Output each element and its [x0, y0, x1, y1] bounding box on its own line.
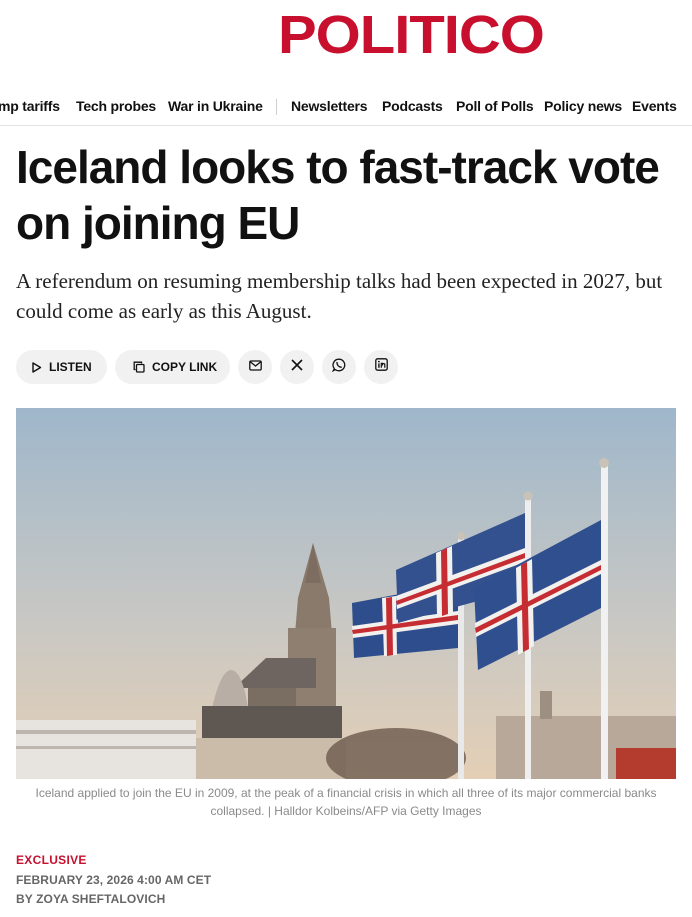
nav-events[interactable]: Events — [632, 98, 677, 114]
nav-topic-tech-probes[interactable]: Tech probes — [76, 98, 156, 114]
nav-topic-war-in-ukraine[interactable]: War in Ukraine — [168, 98, 263, 114]
listen-button[interactable]: LISTEN — [16, 350, 107, 384]
share-whatsapp-button[interactable] — [322, 350, 356, 384]
logo-area: POLITICO — [0, 0, 692, 84]
exclusive-label[interactable]: EXCLUSIVE — [16, 853, 87, 867]
nav-poll-of-polls[interactable]: Poll of Polls — [456, 98, 534, 114]
share-x-button[interactable] — [280, 350, 314, 384]
author-byline[interactable]: BY ZOYA SHEFTALOVICH — [16, 892, 165, 906]
nav-policy-news[interactable]: Policy news — [544, 98, 622, 114]
copy-link-button[interactable]: COPY LINK — [115, 350, 230, 384]
whatsapp-icon — [331, 358, 346, 377]
play-icon — [31, 361, 42, 373]
listen-label: LISTEN — [49, 360, 92, 374]
lead-photo — [16, 408, 676, 779]
article-headline: Iceland looks to fast-track vote on join… — [16, 141, 660, 249]
nav-topic-tariffs[interactable]: mp tariffs — [0, 98, 60, 114]
nav-newsletters[interactable]: Newsletters — [291, 98, 368, 114]
mail-icon — [248, 358, 262, 376]
share-linkedin-button[interactable] — [364, 350, 398, 384]
nav-divider — [276, 99, 277, 115]
photo-caption: Iceland applied to join the EU in 2009, … — [35, 786, 657, 818]
x-icon — [291, 358, 303, 376]
flags-and-church-illustration — [16, 408, 676, 779]
article-dek: A referendum on resuming membership talk… — [16, 269, 663, 323]
copy-link-label: COPY LINK — [152, 360, 218, 374]
top-navigation: mp tariffs Tech probes War in Ukraine Ne… — [0, 86, 692, 126]
politico-logo[interactable]: POLITICO — [278, 6, 545, 65]
linkedin-icon — [374, 358, 388, 376]
nav-podcasts[interactable]: Podcasts — [382, 98, 443, 114]
share-email-button[interactable] — [238, 350, 272, 384]
copy-icon — [133, 361, 145, 373]
publish-date: FEBRUARY 23, 2026 4:00 AM CET — [16, 873, 212, 887]
